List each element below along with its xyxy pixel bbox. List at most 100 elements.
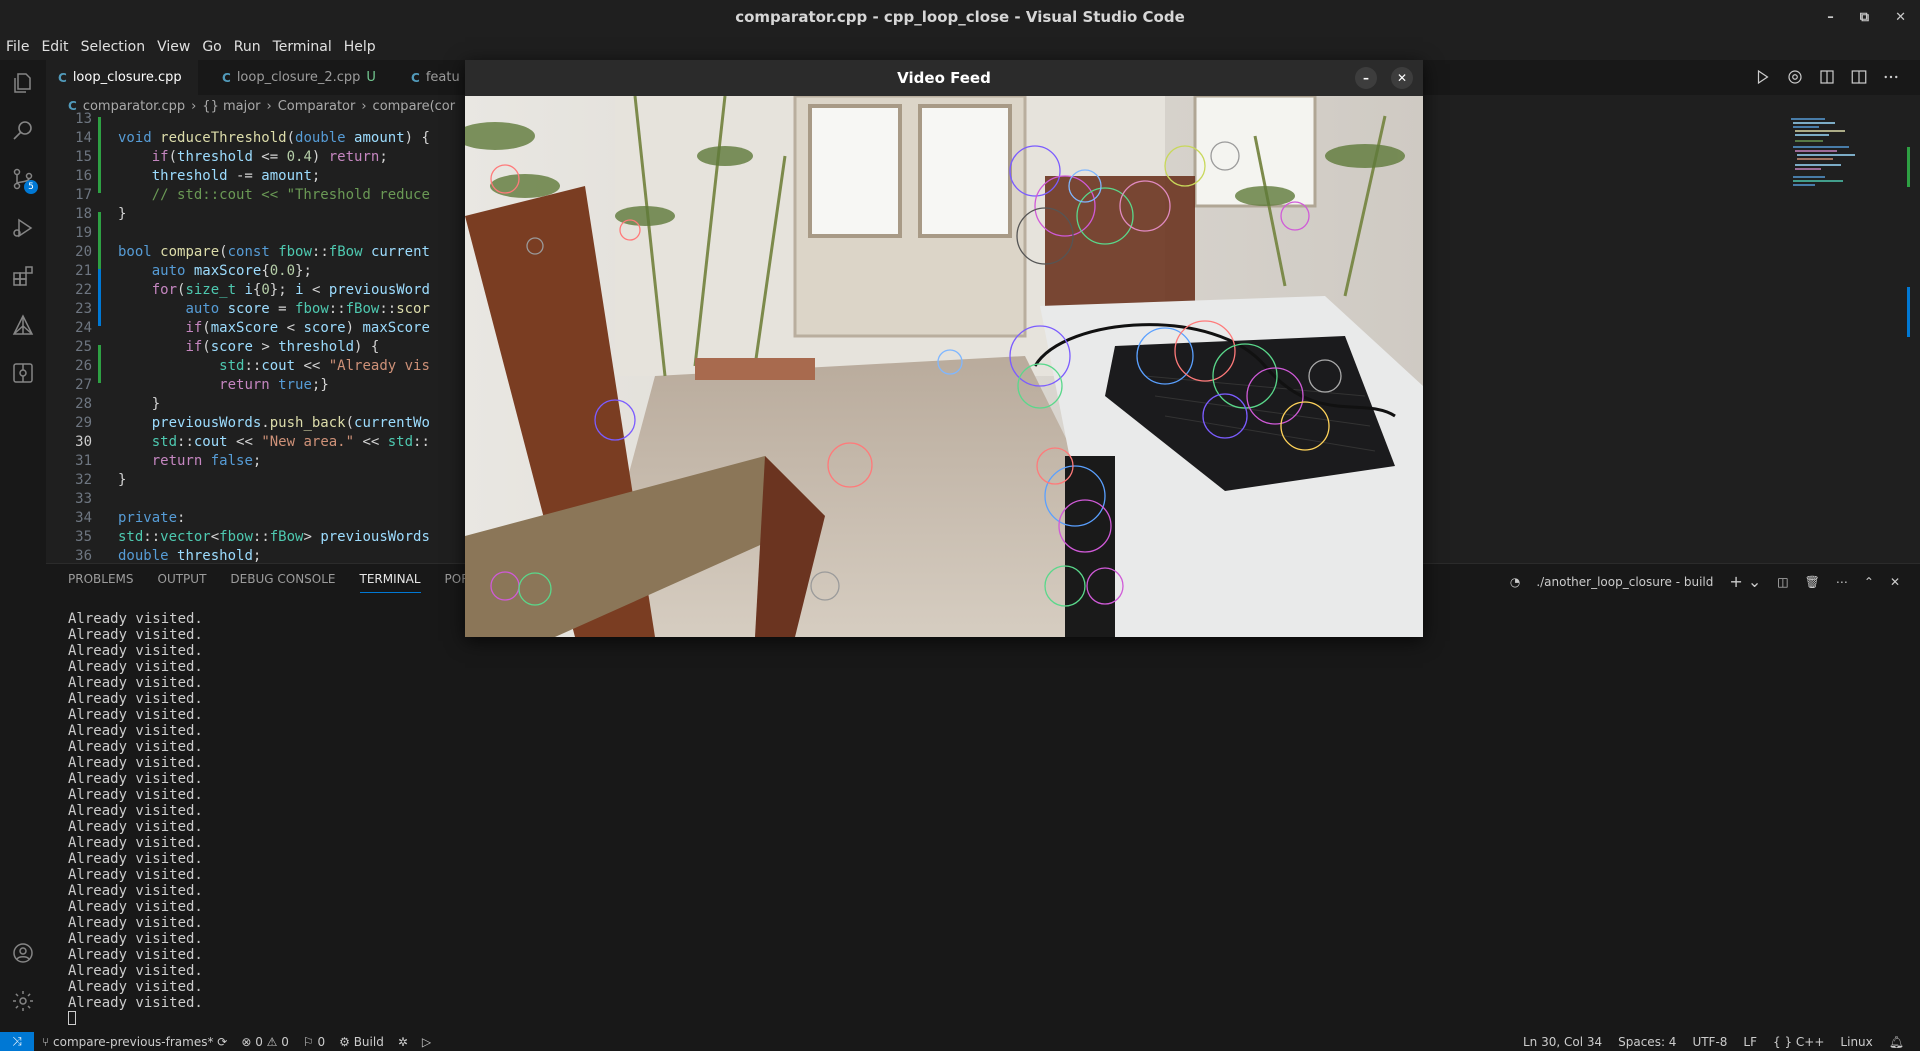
split-editor-icon[interactable]: [1850, 68, 1868, 86]
code-token: auto: [185, 301, 220, 317]
line-number: 30: [75, 434, 92, 450]
code-token: scor: [396, 301, 430, 317]
account-icon[interactable]: [10, 940, 36, 966]
menu-run[interactable]: Run: [228, 39, 267, 55]
settings-gear-icon[interactable]: [10, 988, 36, 1014]
code-token: ;}: [311, 377, 329, 393]
minimap[interactable]: [1785, 117, 1910, 563]
code-line: 25 if(score > threshold) {: [46, 338, 379, 357]
remote-indicator-icon[interactable]: ⤨: [0, 1032, 34, 1051]
menu-edit[interactable]: Edit: [35, 39, 74, 55]
terminal-line: Already visited.: [68, 995, 203, 1011]
kill-terminal-icon[interactable]: 🗑: [1805, 575, 1820, 589]
compare-changes-icon[interactable]: [1818, 68, 1836, 86]
source-control-icon[interactable]: 5: [10, 166, 38, 194]
code-token: // std::cout << "Threshold reduce: [151, 187, 430, 203]
video-close-button[interactable]: ✕: [1391, 67, 1413, 89]
terminal-line: Already visited.: [68, 963, 203, 979]
extensions-icon[interactable]: [10, 263, 36, 289]
terminal-name[interactable]: ./another_loop_closure - build: [1536, 575, 1713, 589]
build-item[interactable]: ⚙ Build: [339, 1035, 384, 1049]
code-token: ::: [311, 244, 329, 260]
video-feed-window[interactable]: Video Feed – ✕: [465, 60, 1423, 637]
warning-count: 0: [281, 1034, 289, 1049]
cmake-settings-icon[interactable]: [1786, 68, 1804, 86]
new-terminal-icon[interactable]: + ⌄: [1729, 572, 1761, 591]
platform[interactable]: Linux: [1840, 1035, 1872, 1049]
code-token: (: [219, 244, 228, 260]
tab-problems[interactable]: PROBLEMS: [68, 572, 134, 593]
code-token: (: [345, 415, 355, 431]
menu-view[interactable]: View: [151, 39, 196, 55]
debug-icon[interactable]: ✲: [398, 1035, 408, 1049]
menu-help[interactable]: Help: [338, 39, 382, 55]
code-token: =: [269, 301, 296, 317]
code-token: (: [202, 339, 211, 355]
tab-terminal[interactable]: TERMINAL: [359, 572, 421, 593]
code-token: ): [345, 320, 363, 336]
chevron-right-icon: ›: [266, 98, 272, 114]
menu-selection[interactable]: Selection: [75, 39, 152, 55]
explorer-icon[interactable]: [10, 70, 36, 96]
code-line: 24 if(maxScore < score) maxScore: [46, 319, 430, 338]
notifications-bell-icon[interactable]: 🔔︎: [1889, 1035, 1904, 1049]
code-token: std: [219, 358, 245, 374]
maximize-panel-icon[interactable]: ⌃: [1864, 575, 1874, 589]
code-line: 14 void reduceThreshold(double amount) {: [46, 129, 430, 148]
tab-output[interactable]: OUTPUT: [158, 572, 207, 593]
problems-item[interactable]: ⊗ 0 ⚠ 0: [241, 1035, 289, 1049]
line-number: 15: [75, 149, 92, 165]
menu-terminal[interactable]: Terminal: [267, 39, 338, 55]
cmake-icon[interactable]: [10, 312, 36, 338]
terminal-line: Already visited.: [68, 627, 203, 643]
breadcrumb-method[interactable]: compare(cor: [373, 99, 456, 114]
encoding[interactable]: UTF-8: [1692, 1035, 1727, 1049]
tab-debug-console[interactable]: DEBUG CONSOLE: [230, 572, 335, 593]
line-number: 20: [75, 244, 92, 260]
terminal-output[interactable]: Already visited. Already visited. Already …: [68, 611, 203, 1027]
tab-loop-closure-2[interactable]: C loop_closure_2.cpp U: [210, 60, 394, 95]
code-line: 29 previousWords.push_back(currentWo: [46, 414, 430, 433]
search-icon[interactable]: [10, 117, 36, 143]
breadcrumb-namespace[interactable]: {} major: [202, 99, 260, 114]
code-line: 23 auto score = fbow::fBow::scor: [46, 300, 430, 319]
menu-go[interactable]: Go: [196, 39, 227, 55]
run-file-icon[interactable]: [1754, 68, 1772, 86]
tab-loop-closure[interactable]: C loop_closure.cpp: [46, 60, 198, 95]
code-token: ): [311, 149, 329, 165]
line-number: 23: [75, 301, 92, 317]
video-title-bar[interactable]: Video Feed – ✕: [465, 60, 1423, 96]
branch-item[interactable]: ⑂ compare-previous-frames* ⟳: [42, 1035, 227, 1049]
video-minimize-button[interactable]: –: [1355, 67, 1377, 89]
maximize-button[interactable]: ⧉: [1860, 10, 1869, 25]
eol[interactable]: LF: [1743, 1035, 1757, 1049]
close-button[interactable]: ✕: [1895, 10, 1906, 25]
breadcrumb-class[interactable]: Comparator: [278, 99, 356, 114]
run-debug-icon[interactable]: [10, 215, 36, 241]
more-actions-icon[interactable]: [1882, 68, 1900, 86]
code-token: return: [219, 377, 270, 393]
close-panel-icon[interactable]: ✕: [1890, 575, 1900, 589]
indentation[interactable]: Spaces: 4: [1618, 1035, 1676, 1049]
code-token: double: [118, 548, 169, 564]
gutter-change-markers: [98, 117, 101, 563]
split-terminal-icon[interactable]: ◫: [1777, 575, 1788, 589]
code-token: fBow: [345, 301, 380, 317]
line-number: 35: [75, 529, 92, 545]
menu-file[interactable]: File: [0, 39, 35, 55]
terminal-line: Already visited.: [68, 819, 203, 835]
line-number: 14: [75, 130, 92, 146]
code-token: if: [185, 320, 203, 336]
remote-explorer-icon[interactable]: [10, 360, 36, 386]
terminal-line: Already visited.: [68, 707, 203, 723]
more-actions-icon[interactable]: ⋯: [1836, 575, 1848, 589]
ports-item[interactable]: ⚐ 0: [303, 1035, 325, 1049]
minimize-button[interactable]: –: [1827, 10, 1834, 25]
cursor-position[interactable]: Ln 30, Col 34: [1523, 1035, 1602, 1049]
language-mode[interactable]: { } C++: [1773, 1035, 1824, 1049]
code-token: fbow: [219, 529, 253, 545]
code-token: <: [278, 320, 304, 336]
launch-icon[interactable]: ▷: [422, 1035, 431, 1049]
